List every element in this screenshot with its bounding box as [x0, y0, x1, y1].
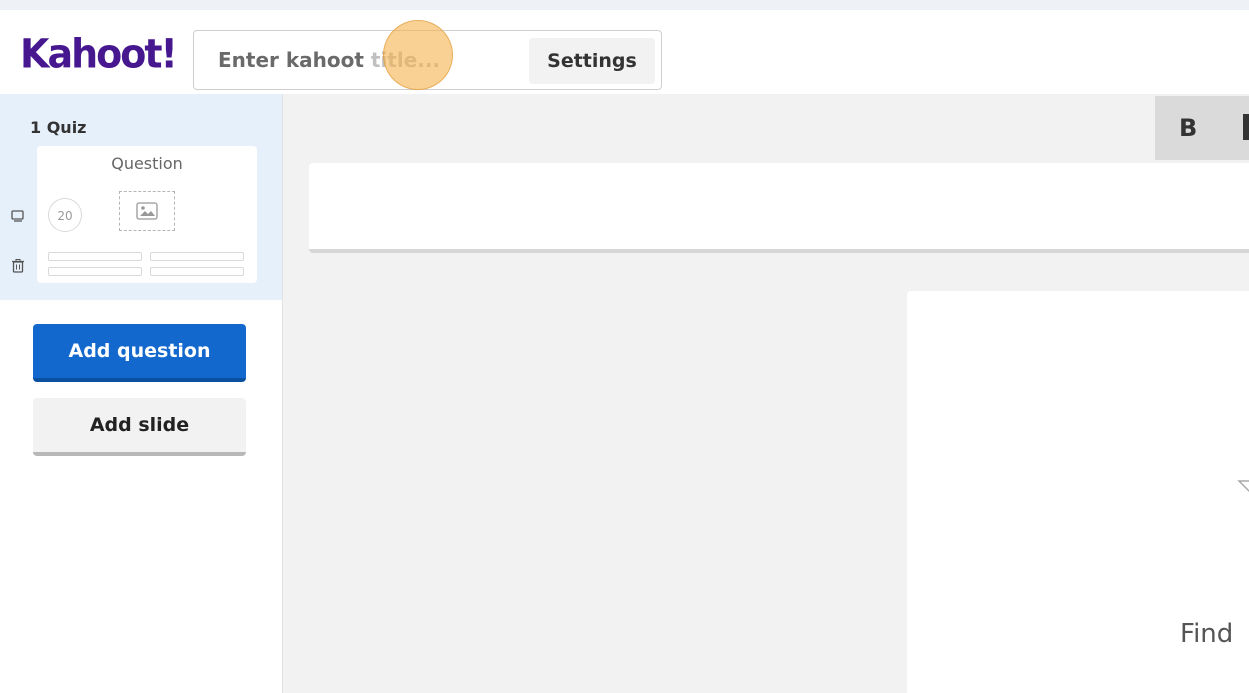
- slide-list-item[interactable]: 1 Quiz Question 20: [0, 94, 282, 300]
- title-placeholder: Enter kahoot: [218, 48, 371, 72]
- thumbnail-answer-2: [150, 252, 244, 261]
- media-find-text: Find: [1180, 619, 1234, 649]
- thumbnail-image-placeholder: [119, 191, 175, 231]
- editor-canvas: B Find: [283, 94, 1249, 693]
- thumbnail-answer-3: [48, 267, 142, 276]
- top-bar: Kahoot! Enter kahoot title... Settings: [0, 10, 1249, 95]
- thumbnail-answer-1: [48, 252, 142, 261]
- slide-thumbnail[interactable]: Question 20: [37, 146, 257, 283]
- media-icon: [1237, 480, 1249, 493]
- add-slide-button[interactable]: Add slide: [33, 398, 246, 456]
- duplicate-icon[interactable]: [10, 208, 26, 224]
- thumbnail-timer: 20: [48, 198, 82, 232]
- text-format-toolbar: B: [1155, 96, 1249, 160]
- italic-button[interactable]: [1243, 114, 1249, 140]
- slide-number-label: 1 Quiz: [30, 118, 87, 137]
- question-input[interactable]: [309, 163, 1249, 253]
- trash-icon[interactable]: [10, 258, 26, 274]
- image-icon: [136, 202, 158, 220]
- thumbnail-title: Question: [111, 154, 183, 173]
- sidebar: 1 Quiz Question 20 Add question Add slid…: [0, 94, 283, 693]
- kahoot-logo[interactable]: Kahoot!: [20, 33, 178, 75]
- click-indicator: [383, 20, 453, 90]
- bold-button[interactable]: B: [1179, 114, 1197, 142]
- settings-button[interactable]: Settings: [529, 38, 655, 84]
- add-question-button[interactable]: Add question: [33, 324, 246, 382]
- kahoot-editor: Kahoot! Enter kahoot title... Settings 1…: [0, 0, 1249, 693]
- media-upload-area[interactable]: Find: [907, 291, 1249, 693]
- thumbnail-answer-4: [150, 267, 244, 276]
